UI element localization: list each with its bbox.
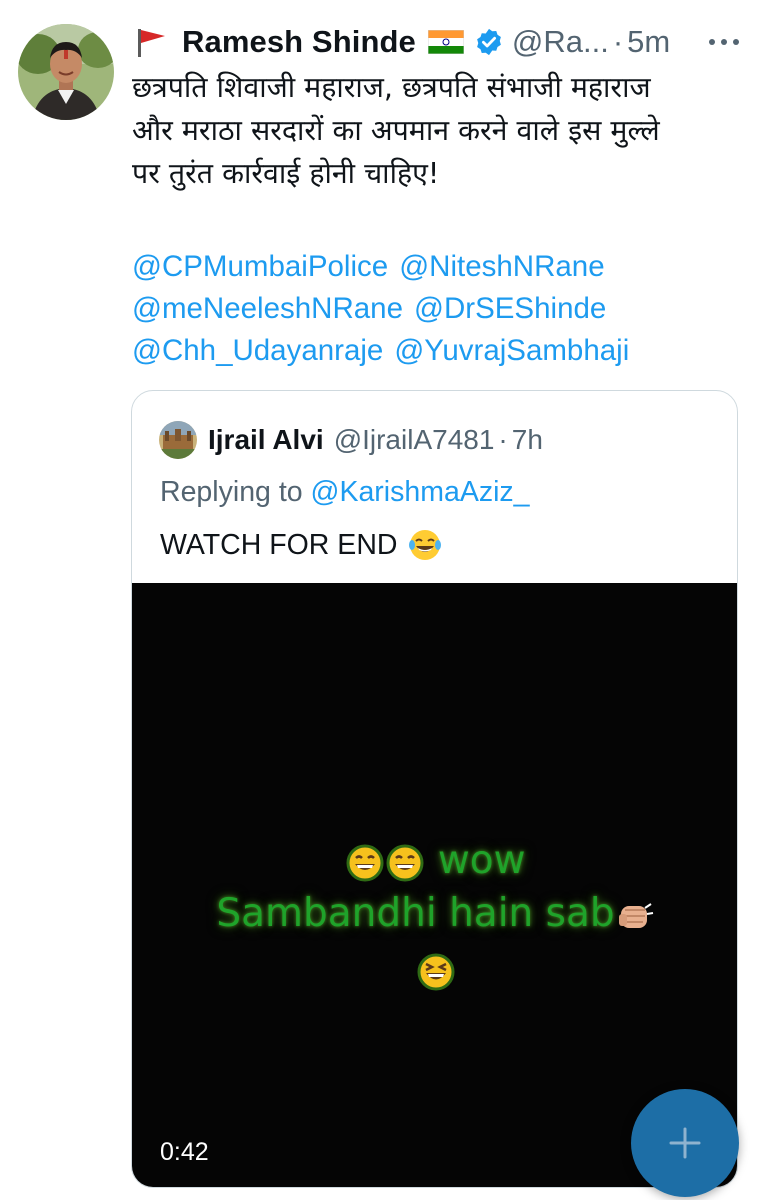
video-caption-line: wow bbox=[132, 838, 737, 883]
author-handle[interactable]: @Ra... bbox=[512, 24, 609, 60]
dot-separator: · bbox=[498, 424, 508, 455]
video-caption-text: wow bbox=[437, 838, 526, 883]
red-flag-icon bbox=[138, 29, 165, 57]
laughing-emoji-icon bbox=[417, 953, 454, 990]
replying-to-prefix: Replying to bbox=[160, 476, 311, 508]
video-caption-line: Sambandhi hain sab bbox=[132, 891, 737, 936]
replying-to-line: Replying to @KarishmaAziz_ bbox=[160, 476, 530, 509]
dot-separator: · bbox=[612, 24, 624, 59]
mention-link[interactable]: @Chh_Udayanraje bbox=[132, 334, 383, 367]
video-caption-line bbox=[132, 947, 737, 992]
compose-button[interactable] bbox=[631, 1089, 739, 1197]
plus-icon bbox=[669, 1127, 701, 1159]
fist-emoji-icon bbox=[618, 902, 653, 928]
tweet[interactable]: Ramesh Shinde @Ra... · 5m छत्रपति शिवाजी… bbox=[0, 0, 757, 1200]
tears-of-joy-emoji-icon bbox=[409, 530, 442, 560]
author-avatar[interactable] bbox=[18, 24, 114, 120]
tweet-time[interactable]: 5m bbox=[627, 24, 670, 60]
mention-link[interactable]: @YuvrajSambhaji bbox=[394, 334, 629, 367]
quoted-tweet-time[interactable]: 7h bbox=[512, 424, 543, 456]
video-player[interactable]: wow Sambandhi hain sab 0:42 bbox=[132, 583, 737, 1187]
tweet-body-line: पर तुरंत कार्रवाई होनी चाहिए! bbox=[132, 157, 440, 190]
quoted-tweet-text: WATCH FOR END bbox=[160, 527, 443, 563]
mention-link[interactable]: @DrSEShinde bbox=[414, 292, 606, 325]
mention-link[interactable]: @CPMumbaiPolice bbox=[132, 250, 388, 283]
quoted-author-avatar[interactable] bbox=[159, 421, 197, 459]
mention-link[interactable]: @meNeeleshNRane bbox=[132, 292, 403, 325]
quoted-text-content: WATCH FOR END bbox=[160, 528, 398, 561]
grinning-emoji-icon bbox=[346, 844, 384, 881]
tweet-mentions: @CPMumbaiPolice @NiteshNRane @meNeeleshNR… bbox=[132, 246, 737, 372]
mention-link[interactable]: @NiteshNRane bbox=[399, 250, 604, 283]
tweet-body-line: और मराठा सरदारों का अपमान करने वाले इस म… bbox=[132, 114, 660, 147]
author-name[interactable]: Ramesh Shinde bbox=[182, 24, 416, 60]
tweet-body-line: छत्रपति शिवाजी महाराज, छत्रपति संभाजी मह… bbox=[132, 71, 651, 104]
video-duration: 0:42 bbox=[160, 1138, 209, 1166]
tweet-header: Ramesh Shinde @Ra... · 5m bbox=[134, 22, 744, 62]
quoted-author-handle[interactable]: @IjrailA7481 bbox=[334, 424, 495, 456]
replying-to-link[interactable]: @KarishmaAziz_ bbox=[311, 476, 530, 508]
video-caption-text: Sambandhi hain sab bbox=[216, 891, 615, 936]
quoted-tweet-header: Ijrail Alvi @IjrailA7481 · 7h bbox=[159, 421, 543, 459]
more-options-icon[interactable] bbox=[705, 32, 745, 52]
quoted-tweet-card[interactable]: Ijrail Alvi @IjrailA7481 · 7h Replying t… bbox=[131, 390, 738, 1188]
verified-badge-icon bbox=[477, 28, 501, 56]
tweet-body: छत्रपति शिवाजी महाराज, छत्रपति संभाजी मह… bbox=[132, 66, 737, 195]
india-flag-icon bbox=[427, 30, 464, 54]
grinning-emoji-icon bbox=[386, 844, 424, 881]
quoted-author-name[interactable]: Ijrail Alvi bbox=[208, 424, 324, 456]
